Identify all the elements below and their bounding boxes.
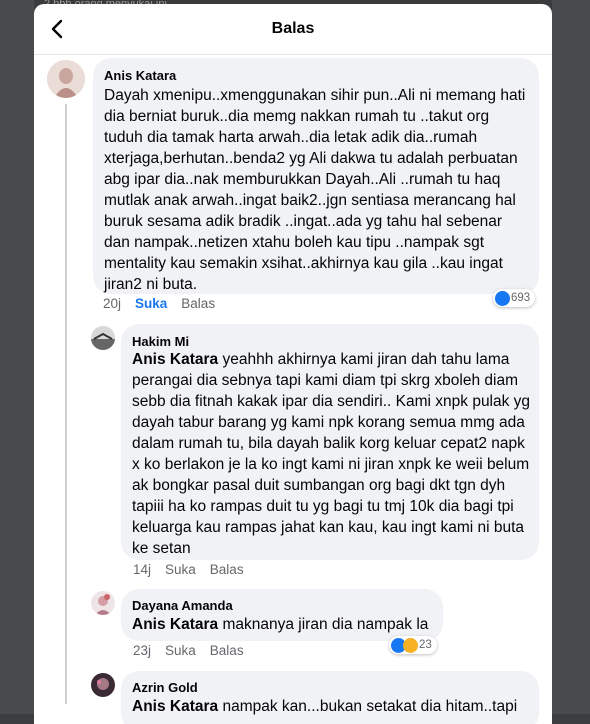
like-button[interactable]: Suka (135, 296, 167, 311)
mention-tag[interactable]: Anis Katara (132, 351, 218, 368)
comment-time[interactable]: 14j (133, 562, 151, 577)
reaction-summary[interactable]: 23 (389, 636, 437, 654)
comment-text: Anis Katara yeahhh akhirnya kami jiran d… (132, 349, 532, 559)
reply-button[interactable]: Balas (210, 562, 244, 577)
comment-body: yeahhh akhirnya kami jiran dah tahu lama… (132, 351, 531, 557)
comment-actions: 20j Suka Balas (103, 296, 229, 311)
comment-actions: 14j Suka Balas (133, 562, 258, 577)
like-button[interactable]: Suka (165, 562, 196, 577)
mention-tag[interactable]: Anis Katara (132, 616, 218, 633)
avatar-image-icon (91, 673, 115, 697)
page-title: Balas (271, 20, 315, 37)
comment-author[interactable]: Dayana Amanda (132, 598, 233, 613)
comment-time[interactable]: 20j (103, 296, 121, 311)
comment-body: maknanya jiran dia nampak la (218, 616, 429, 633)
comment-text: Dayah xmenipu..xmenggunakan sihir pun..A… (104, 87, 526, 293)
reaction-summary[interactable]: 693 (493, 289, 536, 307)
avatar[interactable] (91, 591, 115, 615)
haha-reaction-icon (403, 637, 418, 653)
avatar[interactable] (91, 326, 115, 350)
avatar[interactable] (91, 673, 115, 697)
reaction-count: 693 (511, 292, 531, 304)
like-reaction-icon (495, 290, 510, 306)
comment-author[interactable]: Anis Katara (104, 68, 176, 83)
like-button[interactable]: Suka (165, 643, 196, 658)
comment-author[interactable]: Azrin Gold (132, 680, 198, 695)
avatar-image-icon (47, 60, 85, 98)
avatar-image-icon (91, 326, 115, 350)
avatar[interactable] (47, 60, 85, 98)
reaction-count: 23 (419, 639, 432, 651)
reply-button[interactable]: Balas (181, 296, 215, 311)
comment-author[interactable]: Hakim Mi (132, 334, 189, 349)
background-right (552, 0, 590, 714)
avatar-image-icon (91, 591, 115, 615)
comment-text: Anis Katara maknanya jiran dia nampak la (132, 614, 438, 635)
mention-tag[interactable]: Anis Katara (132, 698, 218, 715)
comment-actions: 23j Suka Balas (133, 643, 258, 658)
replies-panel: Balas Anis Katara Dayah xmenipu..xmenggu… (34, 4, 552, 724)
comment-body: nampak kan...bukan setakat dia hitam..ta… (218, 698, 518, 715)
reply-button[interactable]: Balas (210, 643, 244, 658)
background-left (0, 0, 34, 714)
thread-line (65, 104, 67, 704)
comment-time[interactable]: 23j (133, 643, 151, 658)
panel-header: Balas (34, 4, 552, 55)
